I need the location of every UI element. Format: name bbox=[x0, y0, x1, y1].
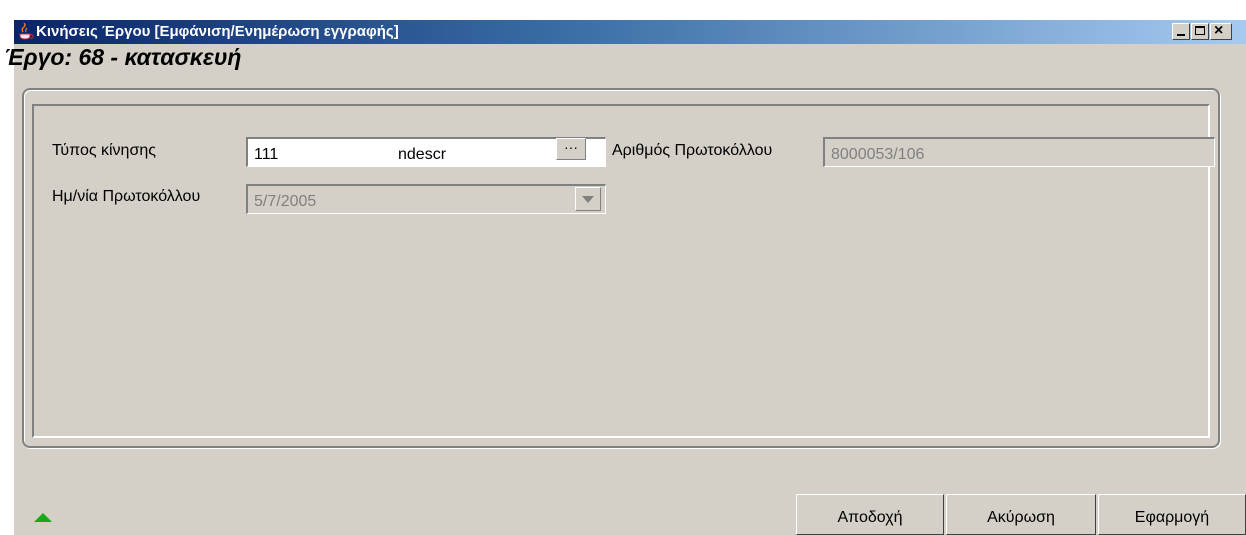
maximize-button[interactable] bbox=[1191, 23, 1209, 40]
minimize-button[interactable] bbox=[1172, 23, 1190, 40]
movement-type-code: 111 bbox=[254, 146, 279, 163]
lookup-button[interactable]: ··· bbox=[556, 138, 586, 160]
protocol-number-field[interactable]: 8000053/106 bbox=[823, 137, 1215, 167]
protocol-number-label: Αριθμός Πρωτοκόλλου bbox=[612, 142, 773, 159]
date-dropdown-button[interactable] bbox=[575, 187, 601, 211]
protocol-date-label: Ημ/νία Πρωτοκόλλου bbox=[52, 188, 201, 205]
movement-type-label: Τύπος κίνησης bbox=[52, 142, 156, 159]
maximize-icon bbox=[1195, 26, 1205, 35]
cancel-button[interactable]: Ακύρωση bbox=[946, 494, 1096, 535]
window-title: Κινήσεις Έργου [Εμφάνιση/Ενημέρωση εγγρα… bbox=[36, 23, 399, 40]
apply-button[interactable]: Εφαρμογή bbox=[1098, 494, 1246, 535]
close-button[interactable]: × bbox=[1210, 22, 1232, 40]
page-title: Έργο: 68 - κατασκευή bbox=[4, 44, 242, 70]
green-up-arrow-icon[interactable] bbox=[34, 513, 52, 522]
close-icon: × bbox=[1214, 22, 1224, 39]
protocol-date-value: 5/7/2005 bbox=[254, 193, 317, 210]
java-cup-icon bbox=[19, 23, 34, 40]
movement-type-field[interactable]: 111 ndescr bbox=[246, 137, 606, 167]
accept-button[interactable]: Αποδοχή bbox=[796, 494, 944, 535]
movement-type-description: ndescr bbox=[398, 146, 447, 163]
protocol-date-field[interactable]: 5/7/2005 bbox=[246, 184, 606, 214]
minimize-icon bbox=[1177, 34, 1185, 36]
title-bar[interactable]: Κινήσεις Έργου [Εμφάνιση/Ενημέρωση εγγρα… bbox=[14, 20, 1246, 44]
chevron-down-icon bbox=[582, 196, 594, 203]
